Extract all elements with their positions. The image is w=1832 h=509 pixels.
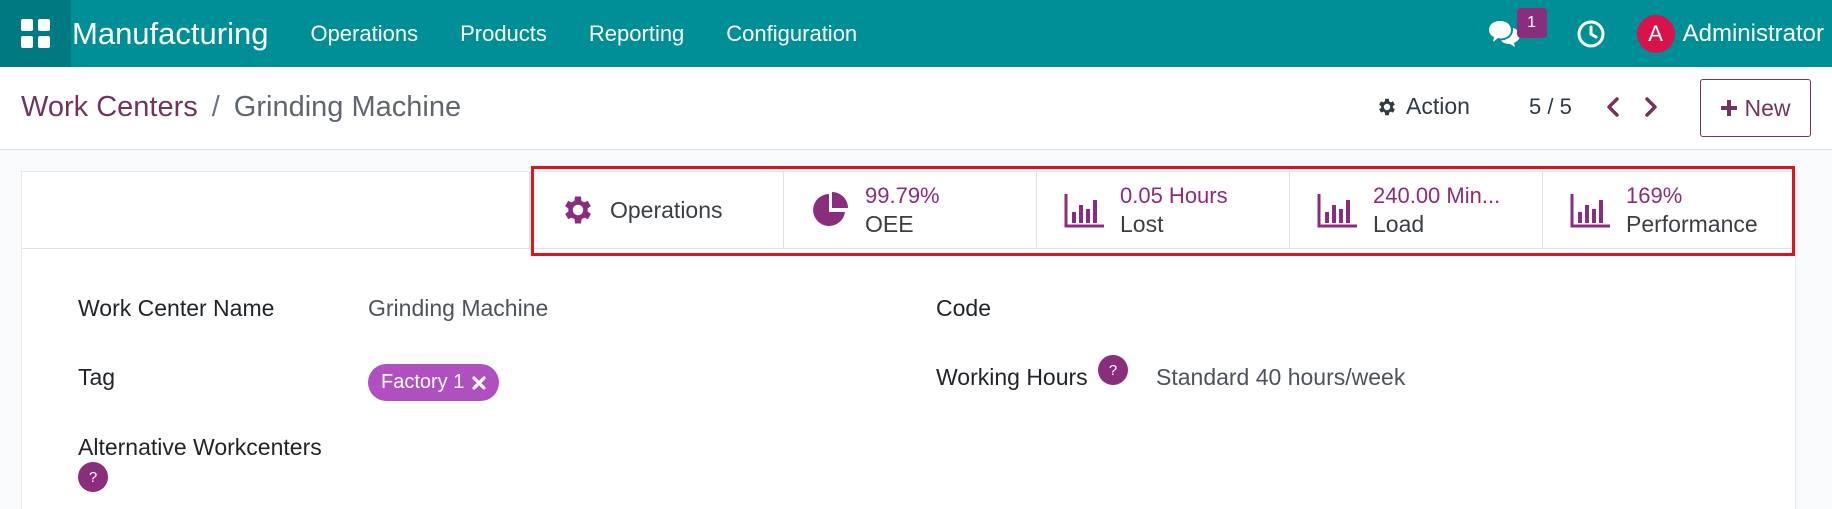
working-hours-input[interactable]: Standard 40 hours/week: [1156, 364, 1405, 391]
new-button[interactable]: New: [1700, 79, 1811, 137]
code-label: Code: [936, 295, 991, 321]
work-center-name-input[interactable]: Grinding Machine: [368, 295, 548, 322]
chat-count-badge: 1: [1516, 7, 1547, 38]
alternative-workcenters-help-icon[interactable]: ?: [78, 462, 108, 492]
user-menu[interactable]: Administrator: [1683, 20, 1824, 48]
clock-icon: [1577, 20, 1605, 47]
working-hours-help-icon[interactable]: ?: [1098, 355, 1128, 385]
gear-icon: [565, 196, 591, 224]
oee-text: 99.79% OEE: [865, 181, 940, 239]
performance-value: 169%: [1626, 183, 1683, 208]
remove-tag-icon[interactable]: [472, 375, 486, 390]
smart-button-box: Operations 99.79% OEE 0.05 Hours Lost 24…: [529, 172, 1795, 249]
breadcrumb: Work Centers / Grinding Machine: [21, 91, 461, 124]
operations-smart-button[interactable]: Operations: [529, 172, 783, 248]
apps-grid-icon: [21, 19, 50, 48]
load-smart-button[interactable]: 240.00 Min... Load: [1289, 172, 1542, 248]
gear-icon: [1379, 98, 1395, 115]
pager-previous-button[interactable]: [1600, 92, 1626, 122]
activity-button[interactable]: [1575, 18, 1607, 50]
pager-next-button[interactable]: [1638, 92, 1664, 122]
tag-badge[interactable]: Factory 1: [368, 364, 500, 401]
performance-label: Performance: [1626, 211, 1758, 237]
load-value: 240.00 Min...: [1373, 183, 1501, 208]
oee-smart-button[interactable]: 99.79% OEE: [783, 172, 1036, 248]
user-avatar[interactable]: A: [1636, 14, 1675, 53]
navbar-systray: 1 A Administrator: [1485, 0, 1832, 67]
lost-smart-button[interactable]: 0.05 Hours Lost: [1036, 172, 1289, 248]
top-navbar: Manufacturing Operations Products Report…: [0, 0, 1832, 67]
lost-label: Lost: [1120, 211, 1164, 237]
menu-products[interactable]: Products: [460, 21, 547, 47]
breadcrumb-work-centers[interactable]: Work Centers: [21, 91, 198, 124]
action-label: Action: [1406, 93, 1470, 119]
menu-configuration[interactable]: Configuration: [726, 21, 857, 47]
lost-value: 0.05 Hours: [1120, 183, 1228, 208]
lost-text: 0.05 Hours Lost: [1120, 181, 1228, 239]
breadcrumb-current: Grinding Machine: [233, 91, 462, 123]
oee-value: 99.79%: [865, 183, 940, 208]
messaging-button[interactable]: 1: [1485, 7, 1547, 54]
alternative-workcenters-label: Alternative Workcenters: [78, 434, 322, 460]
load-text: 240.00 Min... Load: [1373, 181, 1500, 239]
chevron-right-icon: [1645, 97, 1657, 117]
oee-label: OEE: [865, 211, 914, 237]
plus-icon: [1721, 100, 1738, 116]
bar-chart-icon: [1064, 194, 1104, 228]
performance-smart-button[interactable]: 169% Performance: [1542, 172, 1795, 248]
operations-label: Operations: [610, 196, 723, 223]
new-label: New: [1744, 94, 1791, 121]
work-center-name-label: Work Center Name: [78, 295, 275, 321]
menu-operations[interactable]: Operations: [310, 21, 418, 47]
menu-reporting[interactable]: Reporting: [589, 21, 684, 47]
working-hours-label: Working Hours: [936, 364, 1088, 390]
app-title[interactable]: Manufacturing: [72, 16, 268, 52]
action-button[interactable]: Action: [1376, 93, 1470, 120]
tag-badge-text: Factory 1: [381, 371, 465, 393]
chevron-left-icon: [1607, 97, 1619, 117]
breadcrumb-separator: /: [211, 91, 220, 123]
pager-value[interactable]: 5 / 5: [1529, 94, 1572, 120]
bar-chart-icon: [1570, 194, 1610, 228]
load-label: Load: [1373, 211, 1425, 237]
bar-chart-icon: [1317, 194, 1357, 228]
pie-chart-icon: [813, 192, 848, 226]
control-panel: Work Centers / Grinding Machine Action 5…: [0, 67, 1832, 150]
tag-label: Tag: [78, 364, 116, 390]
apps-menu-button[interactable]: [0, 0, 71, 67]
performance-text: 169% Performance: [1626, 181, 1758, 239]
